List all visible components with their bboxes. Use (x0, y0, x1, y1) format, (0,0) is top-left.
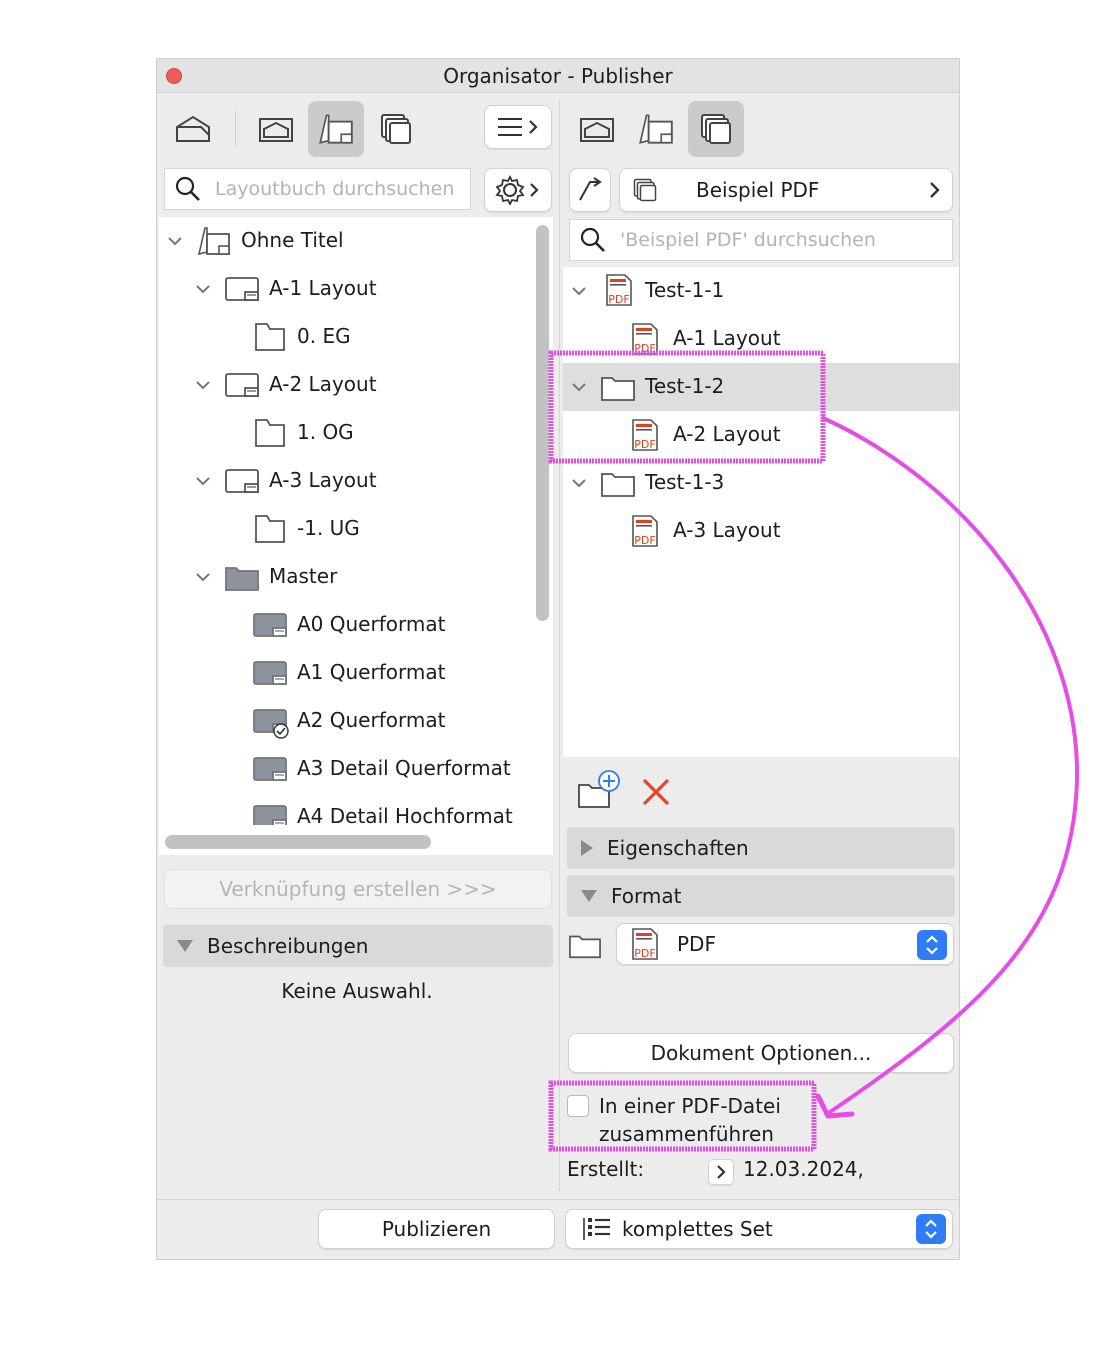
highlight-box-merge-pdf (548, 1080, 817, 1152)
annotation-arrow (821, 416, 1080, 1114)
highlight-box-test-1-2 (548, 350, 826, 464)
annotation-overlay (548, 350, 1080, 1152)
